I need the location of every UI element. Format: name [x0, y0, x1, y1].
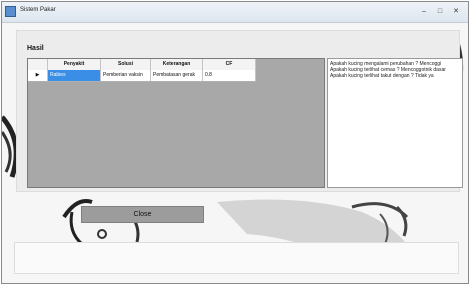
answer-line: Apakah kucing terlihat takut dengan ? Ti…: [330, 73, 434, 79]
column-header[interactable]: Penyakit: [48, 59, 101, 70]
column-header[interactable]: Solusi: [101, 59, 151, 70]
table-cell[interactable]: 0.8: [203, 70, 256, 81]
results-grid[interactable]: Penyakit Solusi Keterangan CF ▶ Rabies P…: [27, 58, 325, 188]
footer-area: [14, 242, 459, 274]
table-cell[interactable]: Rabies: [48, 70, 101, 81]
maximize-icon[interactable]: □: [433, 6, 447, 17]
close-icon[interactable]: ✕: [449, 6, 463, 17]
section-label: Hasil: [27, 45, 44, 52]
answers-textbox[interactable]: Apakah kucing mengalami perubahan ? Menc…: [327, 58, 463, 188]
table-cell[interactable]: Pembatasan gerak: [151, 70, 203, 81]
table-cell[interactable]: Pemberian vaksin: [101, 70, 151, 81]
close-button[interactable]: Close: [81, 206, 204, 223]
window-title: Sistem Pakar: [20, 7, 56, 13]
column-header: [28, 59, 48, 70]
column-header[interactable]: CF: [203, 59, 256, 70]
app-icon: [5, 6, 16, 17]
table-row[interactable]: ▶ Rabies Pemberian vaksin Pembatasan ger…: [28, 70, 256, 82]
row-selector-icon[interactable]: ▶: [28, 70, 48, 81]
column-header[interactable]: Keterangan: [151, 59, 203, 70]
minimize-icon[interactable]: –: [417, 6, 431, 17]
application-window: Sistem Pakar – □ ✕ Hasil Penyakit Solusi…: [1, 1, 469, 284]
title-bar: Sistem Pakar – □ ✕: [2, 2, 468, 23]
